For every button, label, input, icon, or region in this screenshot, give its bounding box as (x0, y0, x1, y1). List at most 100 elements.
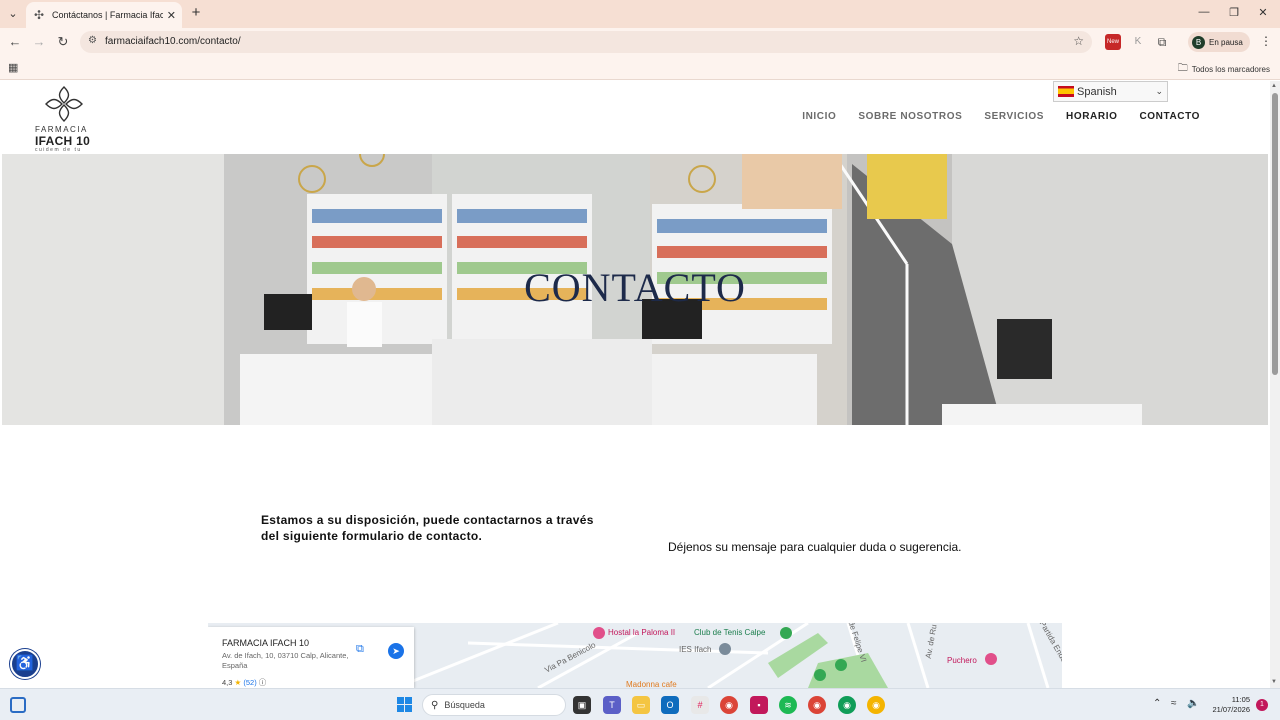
rating-value: 4,3 (222, 678, 233, 687)
map-place-rating: 4,3 ★ (52) ⓘ (222, 677, 266, 688)
outlook-icon[interactable]: O (661, 696, 679, 714)
folder-icon: 🗀 (1177, 63, 1188, 74)
map-label-hostal: Hostal la Paloma II (608, 628, 676, 637)
widgets-icon[interactable] (10, 697, 26, 713)
close-window-icon[interactable]: ✕ (1256, 6, 1270, 19)
map-label-club-tenis: Club de Tenis Calpe (694, 628, 766, 637)
windows-taskbar: ⚲ Búsqueda ▣ T ▭ O # ◉ ▪ ≋ ◉ ◉ ◉ ⌃ ≈ 🔈 1… (0, 688, 1280, 720)
park-pin-icon[interactable] (835, 659, 847, 671)
browser-tab-active[interactable]: ✣ Contáctanos | Farmacia Ifach 10 ✕ (26, 2, 182, 28)
spain-flag-icon (1058, 86, 1074, 97)
bookmarks-bar: ▦ 🗀 Todos los marcadores (0, 56, 1280, 80)
chrome-alt-icon[interactable]: ◉ (867, 696, 885, 714)
restaurant-pin-icon[interactable] (985, 653, 997, 665)
main-navigation: INICIO SOBRE NOSOTROS SERVICIOS HORARIO … (780, 111, 1200, 122)
taskbar-search-placeholder: Búsqueda (444, 700, 485, 710)
website-viewport: FARMACIA IFACH 10 cuidem de tu Spanish ⌄… (0, 81, 1270, 688)
spotify-icon[interactable]: ≋ (779, 696, 797, 714)
logo-top-text: FARMACIA (35, 125, 88, 134)
reviews-link[interactable]: (52) (243, 678, 256, 687)
park-pin-icon[interactable] (814, 669, 826, 681)
scroll-up-icon[interactable]: ▲ (1271, 83, 1277, 89)
browser-menu-icon[interactable]: ⋮ (1260, 34, 1272, 48)
map-place-address: Av. de Ifach, 10, 03710 Calp, Alicante, … (222, 651, 349, 670)
site-logo[interactable]: FARMACIA IFACH 10 cuidem de tu (30, 85, 96, 153)
scroll-thumb[interactable] (1272, 93, 1278, 375)
map-label-ies-ifach: IES Ifach (679, 645, 712, 654)
slack-icon[interactable]: # (691, 696, 709, 714)
browser-toolbar: ← → ↻ ⚙ farmaciaifach10.com/contacto/ ☆ (0, 28, 1280, 56)
close-tab-icon[interactable]: ✕ (167, 9, 176, 22)
tray-chevron-icon[interactable]: ⌃ (1153, 698, 1161, 709)
profile-status: En pausa (1209, 37, 1243, 47)
map-label-puchero: Puchero (947, 656, 977, 665)
nav-sobre-nosotros[interactable]: SOBRE NOSOTROS (858, 111, 962, 122)
forward-icon[interactable]: → (31, 34, 47, 50)
map-place-card: FARMACIA IFACH 10 Av. de Ifach, 10, 0371… (208, 627, 414, 688)
tennis-club-pin-icon[interactable] (780, 627, 792, 639)
hero-banner: CONTACTO (2, 154, 1268, 425)
all-bookmarks-label: Todos los marcadores (1191, 65, 1270, 74)
info-icon[interactable]: ⓘ (259, 678, 267, 687)
nav-servicios[interactable]: SERVICIOS (984, 111, 1044, 122)
extensions-puzzle-icon[interactable]: ⧉ (1154, 34, 1170, 50)
nav-contacto[interactable]: CONTACTO (1139, 111, 1200, 122)
google-map-embed[interactable]: Hostal la Paloma II Club de Tenis Calpe … (208, 623, 1062, 688)
open-in-maps-icon[interactable]: ⧉ (356, 643, 364, 656)
avatar: B (1192, 35, 1205, 49)
browser-tabstrip: ⌄ ✣ Contáctanos | Farmacia Ifach 10 ✕ + … (0, 0, 1280, 28)
minimize-icon[interactable]: — (1197, 6, 1211, 18)
language-label: Spanish (1077, 85, 1117, 98)
file-explorer-icon[interactable]: ▭ (632, 696, 650, 714)
hotel-pin-icon[interactable] (593, 627, 605, 639)
site-header: FARMACIA IFACH 10 cuidem de tu Spanish ⌄… (0, 81, 1270, 154)
star-icon: ★ (234, 678, 242, 687)
logo-main-text: IFACH 10 (35, 134, 91, 148)
taskbar-clock[interactable]: 11:05 21/07/2026 (1206, 695, 1250, 715)
tab-search-icon[interactable]: ⌄ (4, 5, 22, 23)
url-text: farmaciaifach10.com/contacto/ (105, 36, 241, 47)
page-scrollbar[interactable]: ▲ ▼ (1270, 81, 1280, 688)
all-bookmarks-button[interactable]: 🗀 Todos los marcadores (1178, 61, 1270, 78)
teams-icon[interactable]: T (603, 696, 621, 714)
map-place-name: FARMACIA IFACH 10 (222, 638, 310, 648)
taskbar-search[interactable]: ⚲ Búsqueda (422, 694, 566, 716)
nav-inicio[interactable]: INICIO (802, 111, 836, 122)
extension-k-icon[interactable]: K (1130, 34, 1146, 50)
back-icon[interactable]: ← (7, 34, 23, 50)
address-bar[interactable]: ⚙ farmaciaifach10.com/contacto/ ☆ (80, 31, 1092, 53)
logo-tagline: cuidem de tu (35, 147, 82, 153)
clock-date: 21/07/2026 (1212, 705, 1250, 714)
extension-news-icon[interactable]: New (1105, 34, 1121, 50)
notification-badge[interactable]: 1 (1256, 699, 1268, 711)
reload-icon[interactable]: ↻ (55, 34, 71, 50)
profile-button[interactable]: B En pausa (1188, 32, 1250, 52)
app-pink-icon[interactable]: ▪ (750, 696, 768, 714)
nav-horario[interactable]: HORARIO (1066, 111, 1117, 122)
pharmacy-favicon-icon: ✣ (33, 8, 45, 22)
start-button-icon[interactable] (397, 697, 412, 712)
task-view-icon[interactable]: ▣ (573, 696, 591, 714)
wifi-icon[interactable]: ≈ (1171, 698, 1177, 709)
restore-icon[interactable]: ❐ (1227, 6, 1241, 19)
form-intro-text: Déjenos su mensaje para cualquier duda o… (668, 540, 962, 554)
chrome-icon[interactable]: ◉ (720, 696, 738, 714)
chrome-active-icon[interactable]: ◉ (838, 696, 856, 714)
tab-title: Contáctanos | Farmacia Ifach 10 (52, 10, 163, 20)
scroll-down-icon[interactable]: ▼ (1271, 679, 1277, 685)
clock-time: 11:05 (1231, 695, 1250, 704)
site-info-icon[interactable]: ⚙ (88, 35, 97, 46)
bookmark-star-icon[interactable]: ☆ (1073, 34, 1084, 48)
chrome-profile-icon[interactable]: ◉ (808, 696, 826, 714)
directions-icon[interactable]: ➤ (388, 643, 404, 659)
chevron-down-icon: ⌄ (1155, 86, 1163, 96)
pharmacy-cross-logo-icon (45, 86, 83, 122)
school-pin-icon[interactable] (719, 643, 731, 655)
apps-grid-icon[interactable]: ▦ (8, 61, 18, 74)
language-select[interactable]: Spanish ⌄ (1053, 81, 1168, 102)
accessibility-button[interactable]: ♿ (10, 649, 40, 679)
intro-text: Estamos a su disposición, puede contacta… (261, 513, 594, 543)
page-title: CONTACTO (524, 265, 746, 310)
new-tab-icon[interactable]: + (188, 5, 204, 21)
volume-icon[interactable]: 🔈 (1187, 698, 1199, 709)
